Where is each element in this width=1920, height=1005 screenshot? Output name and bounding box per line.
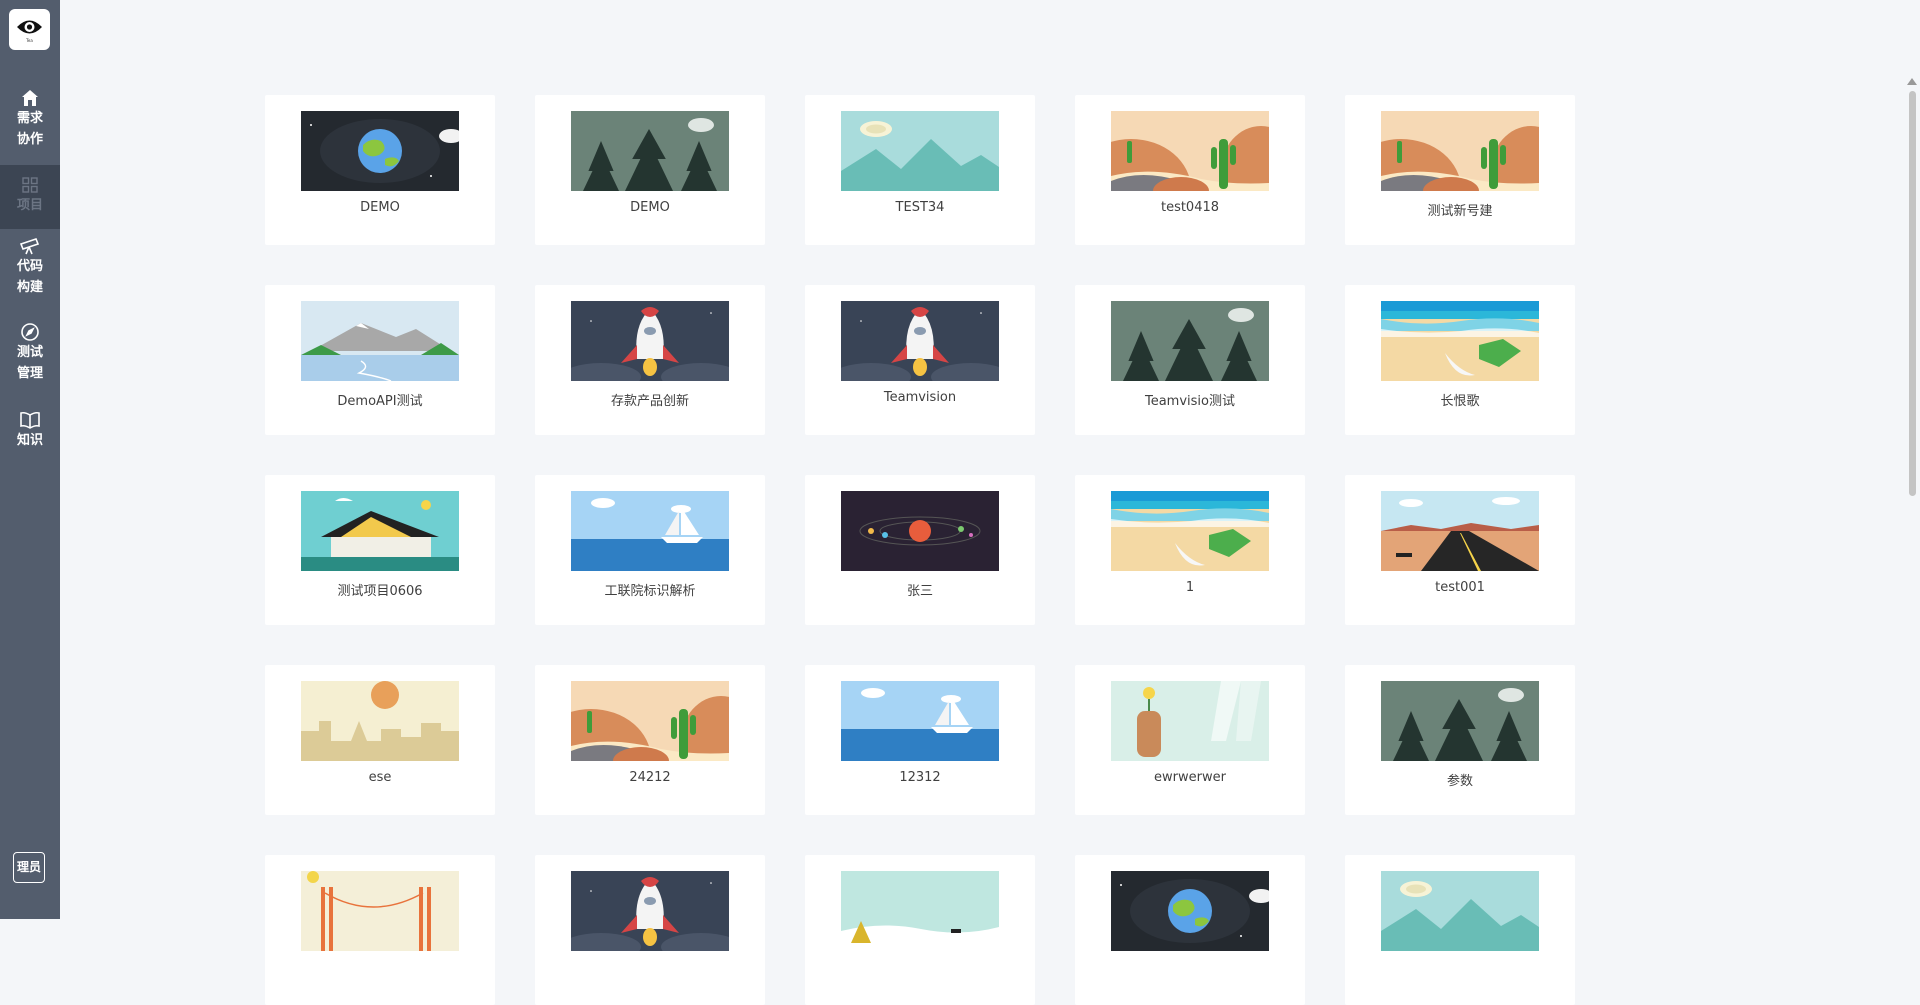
project-thumbnail-sail (841, 681, 999, 761)
project-name: 工联院标识解析 (604, 584, 696, 599)
project-name: ewrwerwer (1154, 770, 1226, 785)
project-name: 12312 (899, 770, 941, 785)
project-card[interactable]: 长恨歌 (1345, 285, 1575, 435)
project-name: test001 (1435, 580, 1485, 595)
project-card[interactable]: 测试项目0606 (265, 475, 495, 625)
project-thumbnail-earth (301, 111, 459, 191)
admin-button[interactable]: 理员 (13, 852, 45, 883)
project-name: test0418 (1160, 200, 1220, 215)
project-thumbnail-planets (841, 491, 999, 571)
project-thumbnail-rocket (841, 301, 999, 381)
project-card[interactable]: Teamvision (805, 285, 1035, 435)
project-card[interactable] (535, 855, 765, 1005)
project-name: TEST34 (895, 200, 945, 215)
project-card[interactable]: 存款产品创新 (535, 285, 765, 435)
scrollbar-thumb[interactable] (1909, 91, 1916, 496)
app-logo[interactable]: Tea (9, 9, 50, 50)
project-name: DemoAPI测试 (337, 394, 423, 409)
project-name: 1 (1185, 580, 1195, 595)
sidebar: Tea 需求 协作项目代码 构建测试 管理知识 理员 (0, 0, 60, 919)
project-thumbnail-desert (1111, 111, 1269, 191)
project-thumbnail-earth (1111, 871, 1269, 951)
project-name: DEMO (360, 200, 400, 215)
sidebar-item-knowledge[interactable]: 知识 (0, 410, 60, 460)
project-name: 测试新号建 (1427, 204, 1493, 219)
book-icon (0, 410, 60, 430)
eye-icon (17, 20, 42, 34)
project-name: 张三 (906, 584, 933, 599)
project-card[interactable]: test001 (1345, 475, 1575, 625)
sidebar-item-build[interactable]: 代码 构建 (0, 236, 60, 308)
project-card[interactable]: Teamvisio测试 (1075, 285, 1305, 435)
project-thumbnail-drink (1111, 681, 1269, 761)
project-name: 长恨歌 (1440, 394, 1480, 409)
project-card[interactable]: test0418 (1075, 95, 1305, 245)
project-card[interactable]: 1 (1075, 475, 1305, 625)
project-thumbnail-beach (1111, 491, 1269, 571)
sidebar-item-label: 测试 管理 (16, 345, 43, 381)
sidebar-item-test[interactable]: 测试 管理 (0, 322, 60, 394)
project-card[interactable] (265, 855, 495, 1005)
grid-icon (0, 175, 60, 195)
project-name: Teamvisio测试 (1144, 394, 1235, 409)
project-thumbnail-mountain (841, 111, 999, 191)
project-name: ese (368, 770, 392, 785)
project-name: 参数 (1446, 774, 1473, 789)
project-name: Teamvision (883, 390, 957, 405)
project-name: 测试项目0606 (337, 584, 423, 599)
project-name: 存款产品创新 (610, 394, 689, 409)
project-thumbnail-desert (571, 681, 729, 761)
project-name: 24212 (629, 770, 671, 785)
project-thumbnail-road (1381, 491, 1539, 571)
project-thumbnail-bridge (301, 871, 459, 951)
sidebar-item-label: 项目 (16, 198, 43, 213)
project-card[interactable]: ewrwerwer (1075, 665, 1305, 815)
project-card[interactable]: 张三 (805, 475, 1035, 625)
project-card[interactable] (805, 855, 1035, 1005)
project-card[interactable]: TEST34 (805, 95, 1035, 245)
project-card[interactable]: 工联院标识解析 (535, 475, 765, 625)
project-thumbnail-snow (841, 871, 999, 951)
project-thumbnail-rocket (571, 301, 729, 381)
project-card[interactable] (1075, 855, 1305, 1005)
sidebar-item-demand[interactable]: 需求 协作 (0, 88, 60, 160)
project-thumbnail-house (301, 491, 459, 571)
project-card[interactable] (1345, 855, 1575, 1005)
project-card[interactable]: ese (265, 665, 495, 815)
project-card[interactable]: 12312 (805, 665, 1035, 815)
project-name: DEMO (630, 200, 670, 215)
project-thumbnail-forest (1111, 301, 1269, 381)
scroll-up-arrow-icon[interactable] (1907, 78, 1917, 85)
sidebar-item-project[interactable]: 项目 (0, 165, 60, 229)
scrollbar[interactable] (1904, 78, 1920, 919)
home-icon (0, 88, 60, 108)
sidebar-item-label: 知识 (16, 433, 43, 448)
project-card[interactable]: 测试新号建 (1345, 95, 1575, 245)
logo-caption: Tea (26, 38, 33, 43)
project-thumbnail-mountain (1381, 871, 1539, 951)
project-thumbnail-city (301, 681, 459, 761)
project-card[interactable]: 参数 (1345, 665, 1575, 815)
project-thumbnail-rocket (571, 871, 729, 951)
project-thumbnail-sail (571, 491, 729, 571)
compass-icon (0, 322, 60, 342)
project-card[interactable]: DEMO (265, 95, 495, 245)
telescope-icon (0, 236, 60, 256)
project-card[interactable]: DemoAPI测试 (265, 285, 495, 435)
project-thumbnail-beach (1381, 301, 1539, 381)
sidebar-item-label: 需求 协作 (16, 111, 43, 147)
project-card[interactable]: DEMO (535, 95, 765, 245)
project-thumbnail-forest (1381, 681, 1539, 761)
project-thumbnail-forest (571, 111, 729, 191)
project-card[interactable]: 24212 (535, 665, 765, 815)
project-thumbnail-desert (1381, 111, 1539, 191)
sidebar-item-label: 代码 构建 (16, 259, 43, 295)
project-thumbnail-lake (301, 301, 459, 381)
